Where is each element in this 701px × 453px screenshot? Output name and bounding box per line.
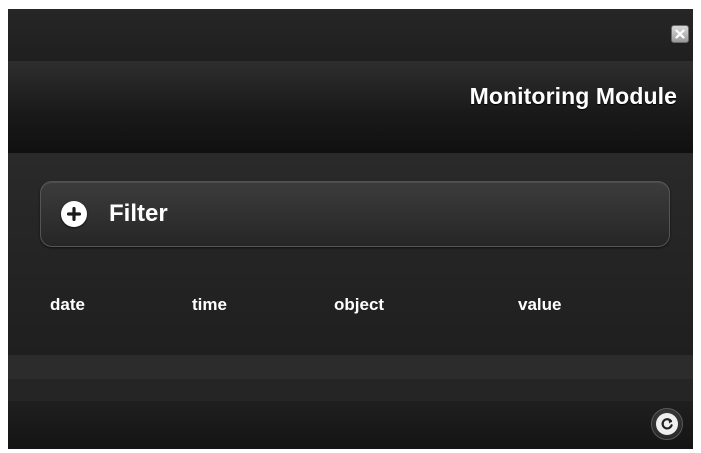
filter-label: Filter: [109, 200, 168, 227]
top-bar: [8, 9, 693, 61]
table-row: [8, 379, 693, 401]
column-header-time[interactable]: time: [192, 295, 227, 315]
column-header-value[interactable]: value: [518, 295, 561, 315]
content-area: Filter date time object value: [8, 153, 693, 355]
monitoring-window: Monitoring Module Filter date time objec…: [8, 9, 693, 449]
page-title: Monitoring Module: [469, 83, 677, 109]
plus-icon: [61, 201, 87, 227]
refresh-button[interactable]: [651, 408, 683, 440]
refresh-icon: [656, 413, 678, 435]
filter-button[interactable]: Filter: [40, 181, 670, 247]
column-header-object[interactable]: object: [334, 295, 384, 315]
title-bar: Monitoring Module: [8, 61, 693, 153]
column-header-date[interactable]: date: [50, 295, 85, 315]
table-row: [8, 355, 693, 379]
close-button[interactable]: [671, 25, 689, 43]
footer-bar: [8, 401, 693, 449]
close-icon: [675, 29, 685, 39]
